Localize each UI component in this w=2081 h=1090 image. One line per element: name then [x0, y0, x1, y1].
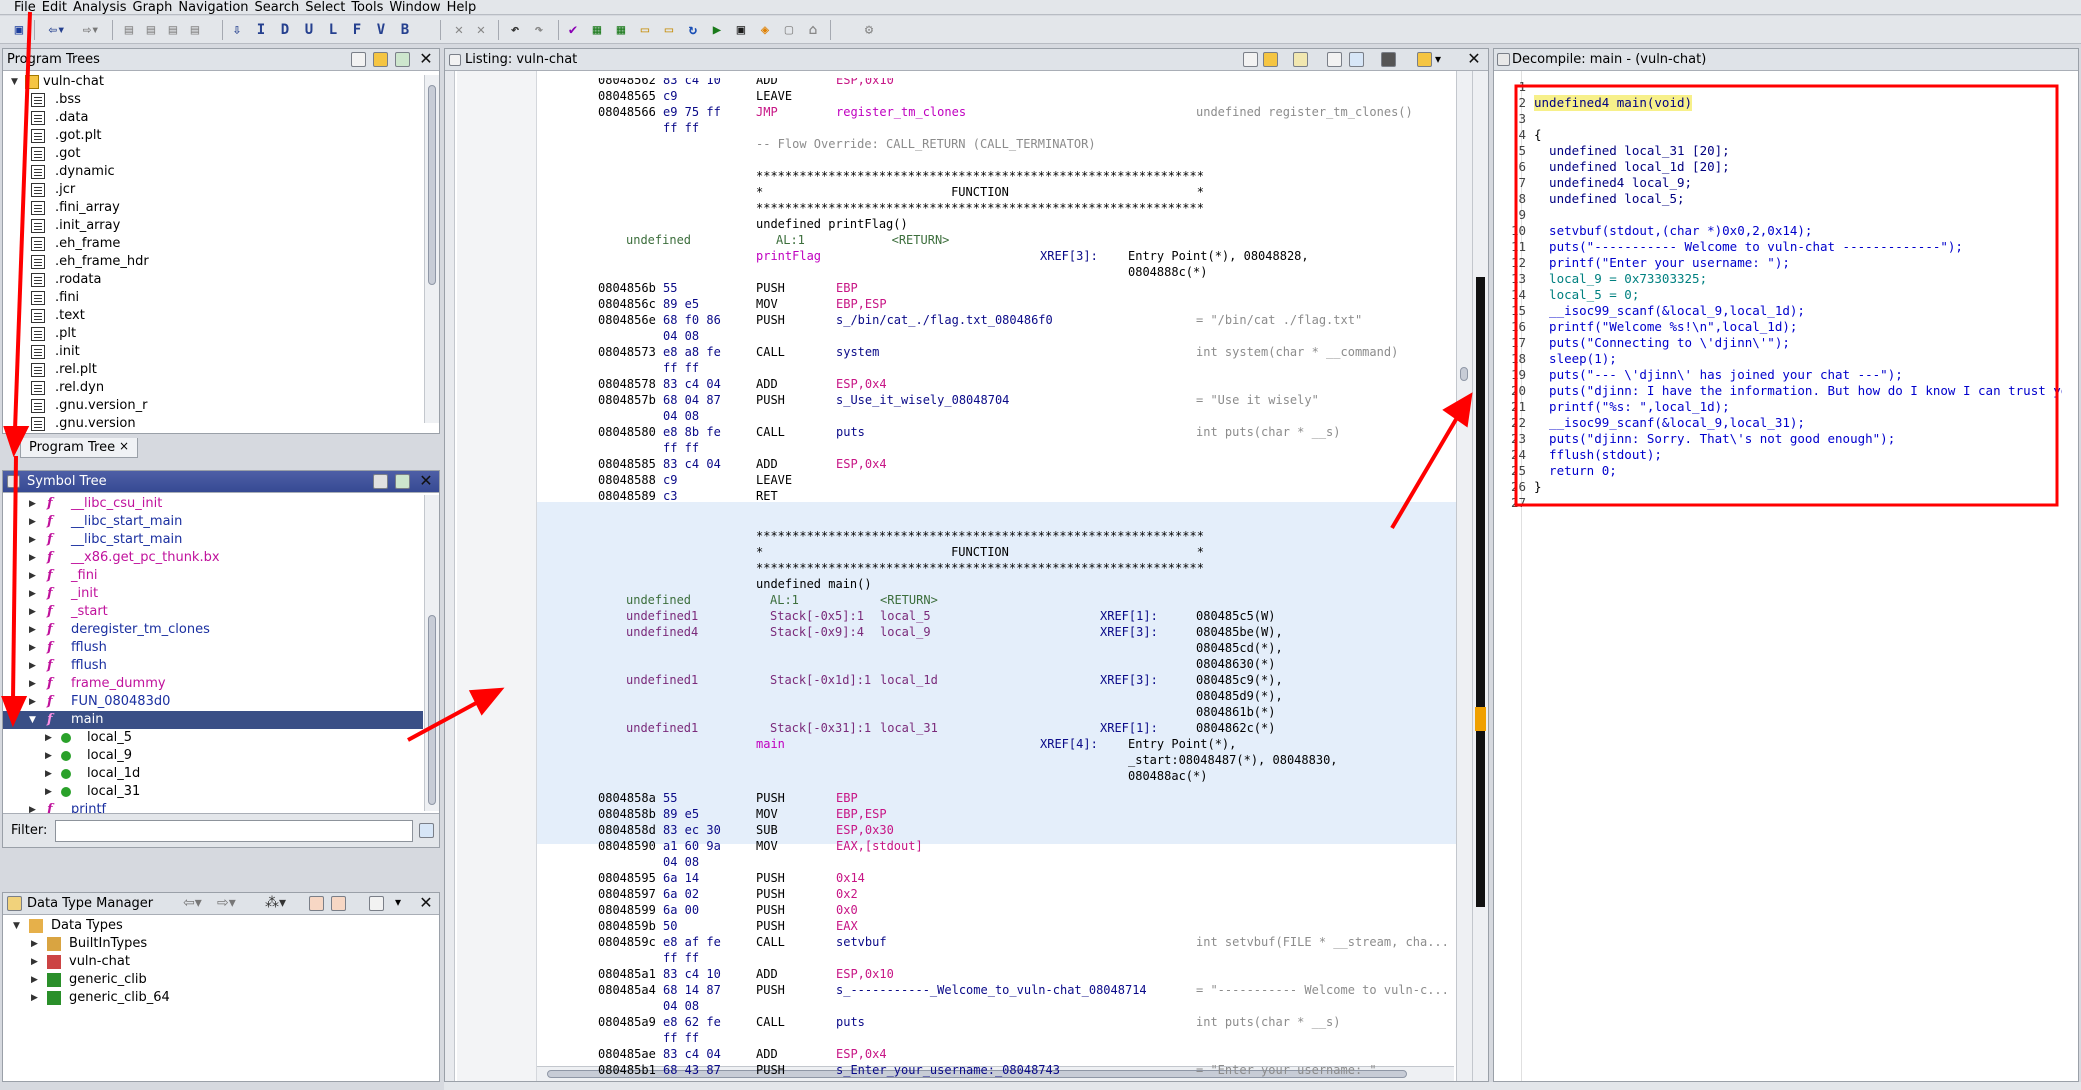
annotation-box: [1514, 84, 2059, 507]
arrow-head-3: [468, 687, 505, 716]
arrow-to-main: [11, 455, 18, 701]
arrow-head-2: [1, 696, 28, 728]
arrow-to-program-tree: [13, 11, 32, 431]
arrow-head-1: [3, 426, 30, 458]
arrow-to-decompile: [1390, 414, 1460, 530]
arrow-head-4: [1442, 392, 1473, 428]
annotation-layer: [1, 11, 2059, 742]
annotation-arrows: [1, 11, 1473, 742]
arrow-to-listing: [407, 700, 479, 742]
